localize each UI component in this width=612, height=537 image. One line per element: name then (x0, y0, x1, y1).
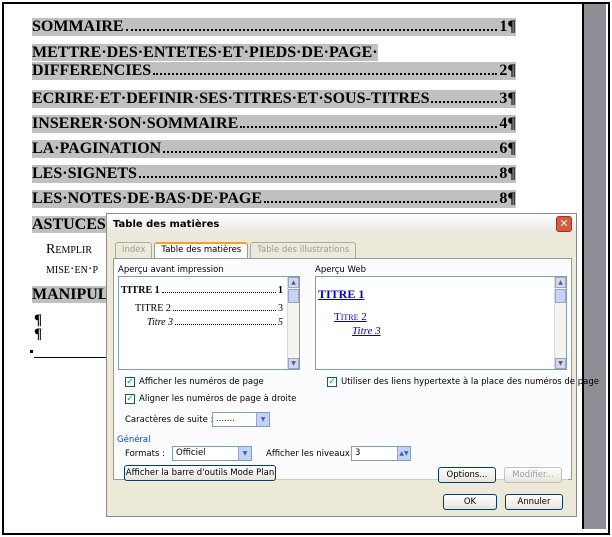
toc-entry-page: 8¶ (499, 165, 516, 182)
tab-panel: Aperçu avant impression Aperçu Web TITRE… (113, 258, 599, 483)
levels-stepper[interactable]: 3 ▲▼ (351, 446, 411, 461)
cancel-button[interactable]: Annuler (505, 494, 563, 510)
web-preview-level2[interactable]: Titre 2 (334, 311, 367, 323)
toc-entry[interactable]: ECRIRE·ET·DEFINIR·SES·TITRES·ET·SOUS-TIT… (32, 90, 516, 108)
modify-button[interactable]: Modifier... (504, 467, 562, 483)
align-right-checkbox[interactable]: ✓ Aligner les numéros de page à droite (125, 394, 296, 404)
toc-entry-page: 4¶ (499, 115, 516, 132)
toc-entry-text: LA·PAGINATION (32, 140, 162, 157)
tab-strip: Index Table des matières Table des illus… (115, 242, 358, 258)
close-icon: ✕ (559, 217, 569, 230)
print-preview-label: Aperçu avant impression (118, 265, 224, 275)
chevron-down-icon[interactable]: ▼ (238, 447, 251, 460)
scrollbar[interactable]: ▲ ▼ (554, 277, 566, 369)
checkmark-icon: ✓ (125, 394, 135, 404)
ok-button[interactable]: OK (443, 494, 497, 510)
toc-entry-text: ASTUCES (32, 216, 106, 233)
body-text: Remplir (46, 242, 93, 257)
preview-level3: Titre 35 (147, 317, 283, 328)
scroll-thumb[interactable] (555, 289, 566, 303)
pilcrow-mark: ¶ (34, 326, 43, 342)
toc-entry-text: ECRIRE·ET·DEFINIR·SES·TITRES·ET·SOUS-TIT… (32, 90, 430, 107)
use-hyperlinks-checkbox[interactable]: ✓ Utiliser des liens hypertexte à la plac… (327, 377, 599, 387)
levels-label: Afficher les niveaux : (266, 449, 356, 459)
checkmark-icon: ✓ (327, 377, 337, 387)
print-preview-box[interactable]: TITRE 11 TITRE 23 Titre 35 ▲ ▼ (118, 276, 300, 370)
toc-entry-text: SOMMAIRE (32, 18, 124, 35)
toc-entry-page: 6¶ (499, 140, 516, 157)
leader-select[interactable]: ....... ▼ (212, 412, 270, 427)
tab-table-of-contents[interactable]: Table des matières (154, 242, 249, 258)
show-page-numbers-checkbox[interactable]: ✓ Afficher les numéros de page (125, 377, 264, 387)
scroll-thumb[interactable] (288, 289, 299, 303)
toc-entry-page: 1¶ (499, 18, 516, 35)
toc-dialog: Table des matières ✕ Index Table des mat… (106, 213, 599, 517)
preview-level1: TITRE 11 (121, 285, 283, 296)
general-group-label: Général (117, 435, 151, 445)
leader-label: Caractères de suite : (125, 415, 214, 425)
toc-entry-text: LES·SIGNETS (32, 165, 137, 182)
toc-entry[interactable]: LES·NOTES·DE·BAS·DE·PAGE→8¶ (32, 190, 516, 208)
toc-entry-page: 3¶ (499, 90, 516, 107)
toc-entry-text-cont: DIFFERENCIES (32, 62, 152, 79)
scroll-down-icon[interactable]: ▼ (555, 358, 566, 369)
spinner-icon[interactable]: ▲▼ (397, 447, 410, 460)
scrollbar[interactable]: ▲ ▼ (287, 277, 299, 369)
preview-level2: TITRE 23 (135, 303, 283, 314)
scroll-up-icon[interactable]: ▲ (288, 277, 299, 288)
formats-label: Formats : (125, 449, 165, 459)
toc-entry[interactable]: LES·SIGNETS→8¶ (32, 165, 516, 183)
web-preview-box[interactable]: TITRE 1 Titre 2 Titre 3 ▲ ▼ (315, 276, 567, 370)
dialog-titlebar[interactable]: Table des matières ✕ (107, 214, 576, 234)
scroll-down-icon[interactable]: ▼ (288, 358, 299, 369)
toc-entry-page: 8¶ (499, 190, 516, 207)
toc-entry-text: LES·NOTES·DE·BAS·DE·PAGE (32, 190, 262, 207)
toc-entry[interactable]: INSERER·SON·SOMMAIRE→4¶ (32, 115, 516, 133)
web-preview-label: Aperçu Web (315, 265, 367, 275)
scroll-up-icon[interactable]: ▲ (555, 277, 566, 288)
web-preview-level1[interactable]: TITRE 1 (318, 287, 364, 302)
toc-entry[interactable]: LA·PAGINATION→6¶ (32, 140, 516, 158)
formats-select[interactable]: Officiel ▼ (172, 446, 252, 461)
toc-entry[interactable]: METTRE·DES·ENTETES·ET·PIEDS·DE·PAGE· DIF… (32, 44, 516, 80)
checkmark-icon: ✓ (125, 377, 135, 387)
body-text: mise·en·p (46, 262, 99, 277)
bullet-mark (30, 350, 33, 353)
toc-entry-text: METTRE·DES·ENTETES·ET·PIEDS·DE·PAGE· (32, 44, 378, 61)
close-button[interactable]: ✕ (556, 216, 572, 232)
toc-entry-page: 2¶ (499, 62, 516, 79)
toc-entry[interactable]: SOMMAIRE→1¶ (32, 18, 516, 36)
tab-index[interactable]: Index (115, 242, 153, 258)
outline-toolbar-button[interactable]: Afficher la barre d'outils Mode Plan (124, 465, 276, 481)
chevron-down-icon[interactable]: ▼ (256, 413, 269, 426)
options-button[interactable]: Options... (438, 467, 496, 483)
dialog-title: Table des matières (113, 218, 220, 230)
toc-entry-text: INSERER·SON·SOMMAIRE (32, 115, 239, 132)
tab-table-of-figures[interactable]: Table des illustrations (250, 242, 357, 258)
web-preview-level3[interactable]: Titre 3 (352, 325, 381, 337)
window-background (584, 4, 606, 529)
